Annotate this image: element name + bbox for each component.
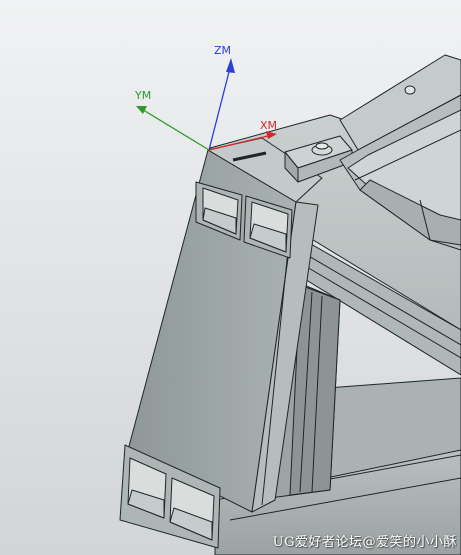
x-axis-label: XM bbox=[260, 119, 278, 132]
y-axis-label: YM bbox=[135, 89, 152, 102]
z-axis-label: ZM bbox=[214, 44, 232, 57]
model-geometry[interactable] bbox=[0, 0, 461, 555]
graphics-viewport[interactable]: ZM YM XM UG爱好者论坛@爱笑的小小酥 bbox=[0, 0, 461, 555]
bracket-hole bbox=[404, 85, 416, 95]
watermark-text: UG爱好者论坛@爱笑的小小酥 bbox=[272, 535, 457, 550]
